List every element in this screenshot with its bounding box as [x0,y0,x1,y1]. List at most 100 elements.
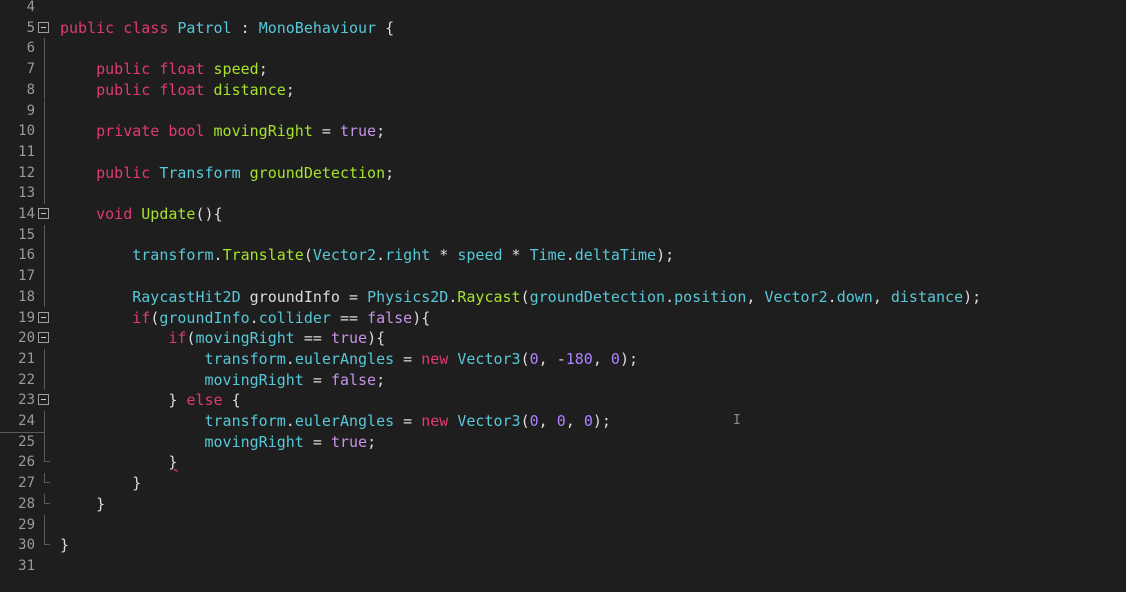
line-number: 17 [18,268,35,285]
collapse-box-icon[interactable] [38,332,49,344]
line-number: 27 [18,475,35,492]
line-number: 5 [26,19,35,36]
code-token: new [421,412,458,430]
line-number: 21 [18,350,35,367]
code-line[interactable]: 13 [0,183,1126,204]
code-text: movingRight = false; [60,370,386,391]
code-token: . [213,246,223,265]
code-line[interactable]: 10 private bool movingRight = true; [0,121,1126,142]
code-line[interactable]: 4 [0,0,1126,18]
fold-guide [44,224,45,246]
code-token: = [303,432,331,451]
fold-end-guide [44,535,50,546]
code-line[interactable]: 28 } [0,493,1126,515]
code-token: . [249,308,259,327]
text-cursor-icon: I [733,413,741,428]
code-token: true [330,432,368,451]
code-text: } [60,494,105,515]
code-token: Update [141,205,196,223]
code-token: } [60,536,70,555]
fold-guide [44,431,45,453]
code-token: , [565,412,584,430]
code-line[interactable]: 11 [0,141,1126,163]
code-token: 0 [610,349,620,368]
code-token: , - [538,349,566,368]
code-line[interactable]: 15 [0,224,1126,246]
code-line[interactable]: 17 [0,266,1126,287]
fold-guide [44,100,45,122]
code-token: * [502,246,530,265]
code-token: ( [520,412,530,430]
code-token: distance [213,80,286,99]
code-token: Vector2 [764,287,828,306]
code-token: eulerAngles [294,412,395,430]
code-token: false [330,370,377,389]
fold-guide [44,369,45,391]
collapse-box-icon[interactable] [38,394,49,406]
code-line[interactable]: 24 transform.eulerAngles = new Vector3(0… [0,411,1126,432]
code-line[interactable]: 12 public Transform groundDetection; [0,162,1126,184]
code-line[interactable]: 20 if(movingRight == true){ [0,328,1126,349]
code-token: movingRight [204,432,304,451]
code-text: } [60,473,141,494]
collapse-box-icon[interactable] [38,208,49,219]
fold-end-guide [44,473,50,484]
code-token: 0 [556,412,566,430]
code-token: . [665,287,675,306]
code-token: , [592,349,611,368]
code-line[interactable]: 16 transform.Translate(Vector2.right * s… [0,245,1126,267]
code-token: ); [619,349,638,368]
code-text: } [60,535,69,556]
fold-guide [44,348,45,370]
collapse-box-icon[interactable] [38,311,49,323]
line-number: 14 [18,206,35,222]
code-token: speed [213,60,259,79]
code-line[interactable]: 31 [0,556,1126,577]
code-editor[interactable]: 4 5 public class Patrol : MonoBehaviour {6… [0,0,1126,592]
code-token: ; [367,432,377,451]
code-token: movingRight [204,370,304,389]
code-line[interactable]: 30} [0,535,1126,556]
code-token: == [330,308,368,327]
code-token: false [367,308,413,327]
fold-guide [44,286,45,308]
code-token: public [96,163,160,182]
code-line[interactable]: 21 transform.eulerAngles = new Vector3(0… [0,348,1126,370]
code-token: groundDetection [249,163,386,182]
fold-guide [44,411,45,432]
code-line[interactable]: 14 void Update(){ [0,204,1126,225]
code-line[interactable]: 8 public float distance; [0,79,1126,101]
code-token: * [430,246,458,265]
code-line[interactable]: 26 } [0,452,1126,473]
code-line[interactable]: 27 } [0,473,1126,494]
code-line[interactable]: 9 [0,100,1126,122]
code-token: ; [376,122,386,141]
code-line[interactable]: 5 public class Patrol : MonoBehaviour { [0,18,1126,39]
code-line[interactable]: 29 [0,514,1126,536]
code-token: = [394,412,422,430]
code-token: : [231,18,259,37]
code-token: } [60,474,142,493]
code-token: movingRight [213,122,313,141]
code-text: public class Patrol : MonoBehaviour { [60,18,394,39]
collapse-box-icon[interactable] [38,21,49,33]
code-token: public float [96,80,214,99]
code-line[interactable]: 6 [0,38,1126,60]
code-token: collider [258,308,331,327]
code-text: void Update(){ [60,204,222,225]
line-number: 29 [18,516,35,533]
code-line[interactable]: 7 public float speed; [0,59,1126,80]
code-line[interactable]: 19 if(groundInfo.collider == false){ [0,308,1126,329]
code-token: transform [132,246,214,265]
code-token: ); [963,287,982,306]
code-token: eulerAngles [294,349,395,368]
code-line[interactable]: 22 movingRight = false; [0,369,1126,391]
line-number: 15 [18,226,35,243]
code-token: movingRight [195,329,295,348]
code-line[interactable]: 25 movingRight = true; [0,431,1126,453]
code-line[interactable]: 18 RaycastHit2D groundInfo = Physics2D.R… [0,286,1126,308]
code-line[interactable]: 23 } else { [0,390,1126,411]
